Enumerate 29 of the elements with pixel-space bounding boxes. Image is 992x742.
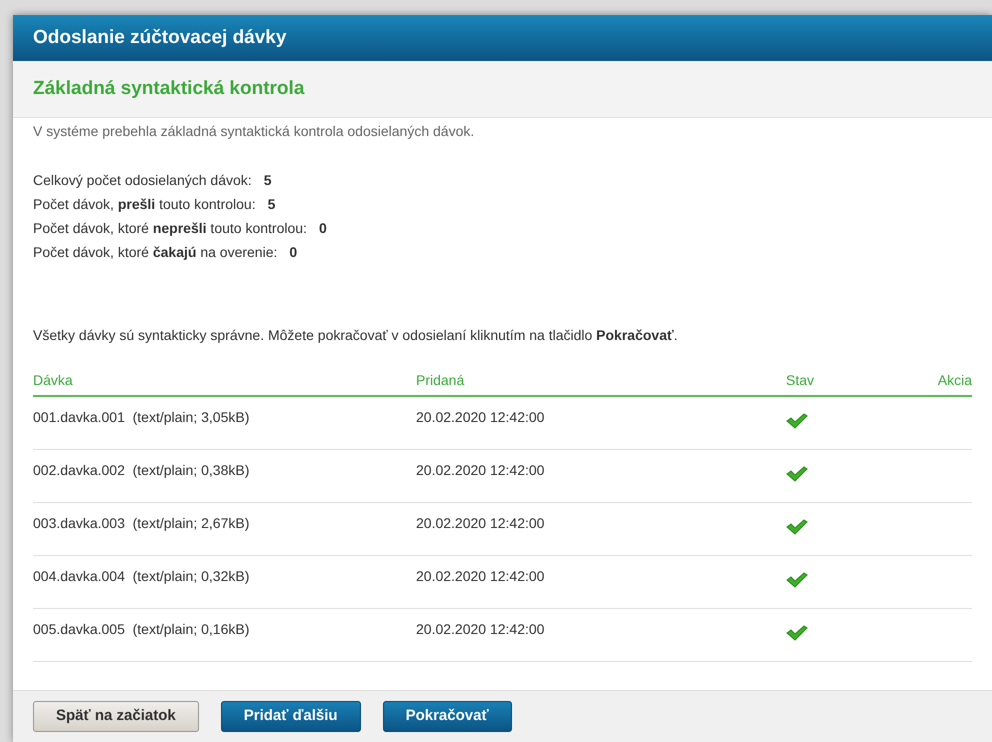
table-cell-text: 20.02.2020 12:42:00 (416, 514, 546, 533)
action-button[interactable]: Pridať ďalšiu (220, 701, 361, 732)
column-header: Dávka (33, 371, 74, 390)
stat-value: 5 (264, 171, 272, 190)
table-cell-text: 002.davka.002 (text/plain; 0,38kB) (33, 461, 250, 480)
table-cell-text: 004.davka.004 (text/plain; 0,32kB) (33, 567, 250, 586)
table-cell-text: 20.02.2020 12:42:00 (416, 620, 546, 639)
stat-value: 5 (268, 195, 276, 214)
column-header: Akcia (936, 371, 972, 390)
stat-value: 0 (289, 243, 298, 262)
stat-value: 0 (318, 219, 327, 238)
table-cell-text: 005.davka.005 (text/plain; 0,16kB) (33, 620, 250, 639)
result-message: Všetky dávky sú syntakticky správne. Môžete pokračovať v odosielaní kliknutím na tlačidlo Pokračovať. (33, 326, 679, 345)
action-button[interactable]: Pokračovať (382, 701, 512, 732)
table-cell-text: 20.02.2020 12:42:00 (416, 408, 546, 427)
table-cell-text: 003.davka.003 (text/plain; 2,67kB) (33, 514, 250, 533)
stat-label: Počet dávok, ktoré čakajú na overenie: (33, 243, 278, 262)
stat-label: Počet dávok, prešli touto kontrolou: (33, 195, 256, 214)
stat-label: Celkový počet odosielaných dávok: (33, 171, 252, 190)
table-cell-text: 20.02.2020 12:42:00 (416, 461, 546, 480)
intro-text: V systéme prebehla základná syntaktická kontrola odosielaných dávok. (33, 122, 476, 141)
table-cell-text: 20.02.2020 12:42:00 (416, 567, 546, 586)
section-title: Základná syntaktická kontrola (33, 76, 304, 101)
action-button[interactable]: Späť na začiatok (33, 701, 199, 732)
stat-label: Počet dávok, ktoré neprešli touto kontrolou: (33, 219, 307, 238)
column-header: Stav (786, 371, 816, 390)
window-title: Odoslanie zúčtovacej dávky (33, 26, 286, 50)
column-header: Pridaná (416, 371, 466, 390)
table-cell-text: 001.davka.001 (text/plain; 3,05kB) (33, 408, 250, 427)
